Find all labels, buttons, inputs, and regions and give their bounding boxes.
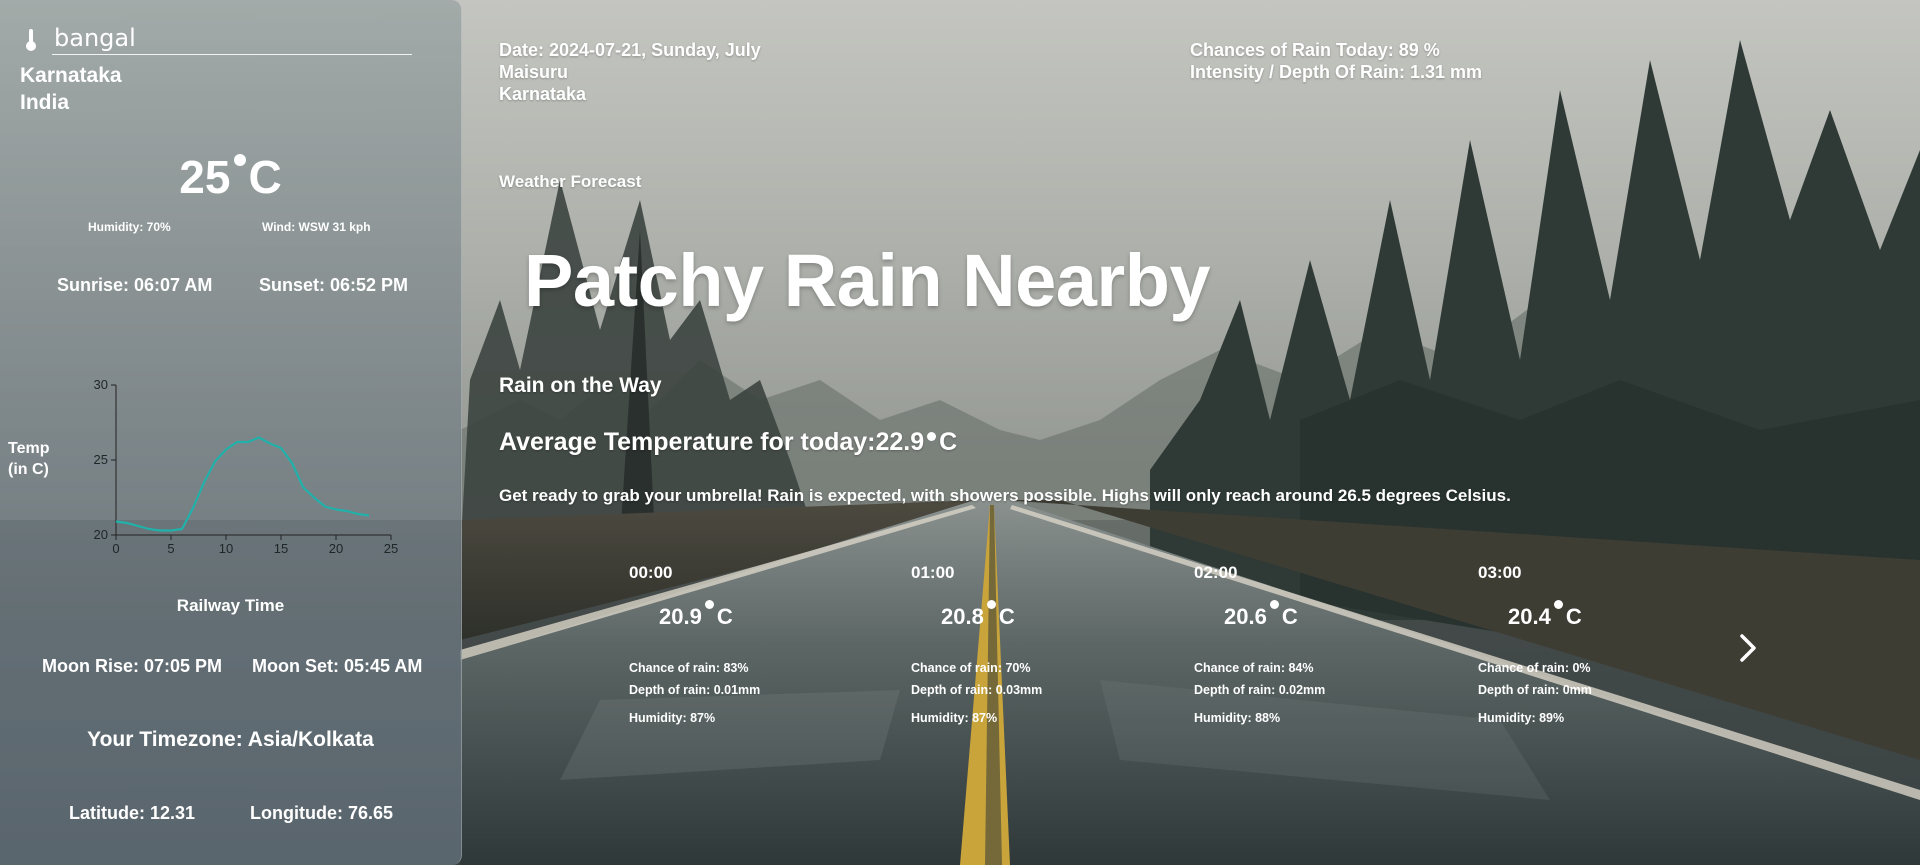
degree-icon xyxy=(1553,600,1563,609)
temperature-line-chart: 0 5 10 15 20 25 20 25 30 xyxy=(94,377,399,556)
hour-chance-of-rain: Chance of rain: 84% xyxy=(1194,661,1314,675)
hourly-card: 01:00 20.8 C Chance of rain: 70% Depth of… xyxy=(911,560,1151,730)
current-temp-value: 25 xyxy=(179,151,231,203)
hour-depth-of-rain: Depth of rain: 0.03mm xyxy=(911,683,1043,697)
hour-temperature: 20.6 C xyxy=(1224,600,1298,630)
sunset-stat: Sunset: 06:52 PM xyxy=(259,275,409,295)
wind-stat: Wind: WSW 31 kph xyxy=(262,220,371,234)
chevron-right-icon xyxy=(1740,634,1756,662)
degree-icon xyxy=(927,432,937,441)
latitude-stat: Latitude: 12.31 xyxy=(69,803,196,823)
hour-humidity: Humidity: 89% xyxy=(1478,711,1565,725)
country-name: India xyxy=(20,91,70,114)
y-tick-label: 30 xyxy=(94,377,108,392)
hour-time: 02:00 xyxy=(1194,563,1238,582)
forecast-summary: Get ready to grab your umbrella! Rain is… xyxy=(499,486,1511,505)
x-tick-label: 5 xyxy=(167,541,174,556)
y-tick-label: 25 xyxy=(94,452,108,467)
degree-icon xyxy=(704,600,714,609)
rain-chance-today: Chances of Rain Today: 89 % xyxy=(1190,40,1440,60)
current-temperature: 25 C xyxy=(0,150,461,204)
hour-time: 00:00 xyxy=(629,563,673,582)
hour-time: 01:00 xyxy=(911,563,955,582)
x-tick-label: 15 xyxy=(274,541,288,556)
x-tick-label: 10 xyxy=(219,541,233,556)
x-tick-label: 25 xyxy=(384,541,398,556)
next-hours-button[interactable] xyxy=(1733,628,1763,668)
hour-temperature: 20.8 C xyxy=(941,600,1015,630)
current-temp-unit: C xyxy=(248,151,282,203)
humidity-stat: Humidity: 70% xyxy=(88,220,171,234)
weather-forecast-label: Weather Forecast xyxy=(499,172,642,191)
degree-icon xyxy=(234,154,247,166)
avg-temp-unit: C xyxy=(939,428,958,456)
hour-depth-of-rain: Depth of rain: 0.02mm xyxy=(1194,683,1326,697)
hour-time: 03:00 xyxy=(1478,563,1522,582)
date-label: Date: 2024-07-21, Sunday, July xyxy=(499,40,761,60)
temperature-series-line xyxy=(115,436,370,532)
hourly-card: 03:00 20.4 C Chance of rain: 0% Depth of … xyxy=(1478,560,1718,730)
x-tick-label: 20 xyxy=(329,541,343,556)
state-name: Karnataka xyxy=(499,84,587,104)
rain-summary-block: Chances of Rain Today: 89 % Intensity / … xyxy=(1190,39,1482,83)
condition-headline: Patchy Rain Nearby xyxy=(524,239,1211,322)
thermometer-icon xyxy=(22,28,40,52)
hour-chance-of-rain: Chance of rain: 83% xyxy=(629,661,749,675)
location-search-input[interactable] xyxy=(52,22,412,55)
hourly-card: 02:00 20.6 C Chance of rain: 84% Depth of… xyxy=(1194,560,1434,730)
hourly-card: 00:00 20.9 C Chance of rain: 83% Depth of… xyxy=(629,560,869,730)
x-tick-label: 0 xyxy=(112,541,119,556)
hour-humidity: Humidity: 87% xyxy=(911,711,998,725)
longitude-stat: Longitude: 76.65 xyxy=(250,803,394,823)
hour-humidity: Humidity: 88% xyxy=(1194,711,1281,725)
y-tick-label: 20 xyxy=(94,527,108,542)
hour-chance-of-rain: Chance of rain: 70% xyxy=(911,661,1031,675)
hour-temperature: 20.4 C xyxy=(1508,600,1582,630)
average-temperature: Average Temperature for today:22.9 C xyxy=(499,428,957,457)
tagline: Rain on the Way xyxy=(499,374,662,397)
degree-icon xyxy=(1269,600,1279,609)
degree-icon xyxy=(986,600,996,609)
location-block: Karnataka India xyxy=(20,62,122,116)
hour-depth-of-rain: Depth of rain: 0mm xyxy=(1478,683,1592,697)
hour-temperature: 20.9 C xyxy=(659,600,733,630)
sidebar-panel: Karnataka India 25 C Humidity: 70% Wind: … xyxy=(0,0,462,865)
moonrise-stat: Moon Rise: 07:05 PM xyxy=(42,656,223,676)
rain-intensity: Intensity / Depth Of Rain: 1.31 mm xyxy=(1190,62,1483,82)
hour-chance-of-rain: Chance of rain: 0% xyxy=(1478,661,1591,675)
city-name: Maisuru xyxy=(499,62,569,82)
hour-depth-of-rain: Depth of rain: 0.01mm xyxy=(629,683,761,697)
chart-x-axis-label: Railway Time xyxy=(176,596,285,615)
search-row xyxy=(20,22,412,56)
moonset-stat: Moon Set: 05:45 AM xyxy=(252,656,423,676)
hour-humidity: Humidity: 87% xyxy=(629,711,716,725)
date-location-block: Date: 2024-07-21, Sunday, July Maisuru K… xyxy=(499,39,761,105)
sunrise-stat: Sunrise: 06:07 AM xyxy=(57,275,213,295)
timezone-label: Your Timezone: Asia/Kolkata xyxy=(87,728,374,751)
region-name: Karnataka xyxy=(20,64,122,87)
avg-temp-label: Average Temperature for today:22.9 xyxy=(499,428,925,456)
